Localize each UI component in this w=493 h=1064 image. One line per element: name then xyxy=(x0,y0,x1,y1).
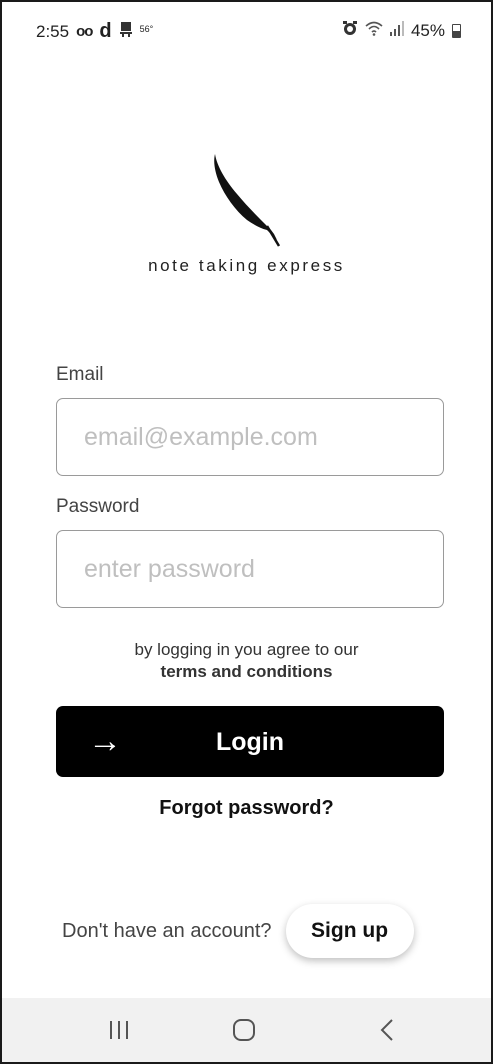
app-logo: note taking express xyxy=(2,152,491,276)
voicemail-icon: oo xyxy=(76,23,93,40)
status-bar: 2:55 oo d 56° 45% xyxy=(2,2,491,58)
forgot-password-link[interactable]: Forgot password? xyxy=(2,797,491,820)
logo-text: note taking express xyxy=(148,256,345,275)
recent-apps-icon[interactable] xyxy=(99,1014,139,1046)
terms-link[interactable]: terms and conditions xyxy=(2,661,491,683)
email-field-container xyxy=(56,398,444,476)
weather-icon xyxy=(119,21,133,42)
password-field-container xyxy=(56,530,444,608)
feather-quill-icon xyxy=(213,154,280,247)
password-field[interactable] xyxy=(57,531,443,607)
terms-prefix: by logging in you agree to our xyxy=(134,640,359,659)
alarm-icon xyxy=(342,20,358,41)
home-icon[interactable] xyxy=(224,1014,264,1046)
password-label: Password xyxy=(56,496,140,517)
system-nav-bar xyxy=(2,998,491,1062)
email-label: Email xyxy=(56,364,104,385)
status-right: 45% xyxy=(342,20,461,41)
wifi-icon xyxy=(365,21,383,41)
terms-notice: by logging in you agree to our terms and… xyxy=(2,639,491,683)
signup-prompt: Don't have an account? xyxy=(62,919,272,942)
signup-row: Don't have an account? Sign up xyxy=(62,904,414,958)
login-button[interactable]: → Login xyxy=(56,706,444,777)
status-temperature: 56° xyxy=(139,23,154,34)
status-left: 2:55 oo d 56° xyxy=(36,20,153,43)
signup-button[interactable]: Sign up xyxy=(285,904,414,958)
battery-percent: 45% xyxy=(410,20,445,40)
back-icon[interactable] xyxy=(368,1014,408,1046)
login-button-label: Login xyxy=(215,728,285,756)
d-app-icon: d xyxy=(99,20,112,42)
signal-icon xyxy=(389,20,404,41)
battery-icon xyxy=(452,23,461,38)
status-time: 2:55 xyxy=(36,21,70,41)
app-screen: 2:55 oo d 56° 45% note taking express Em… xyxy=(0,0,493,1064)
email-field[interactable] xyxy=(57,399,443,475)
